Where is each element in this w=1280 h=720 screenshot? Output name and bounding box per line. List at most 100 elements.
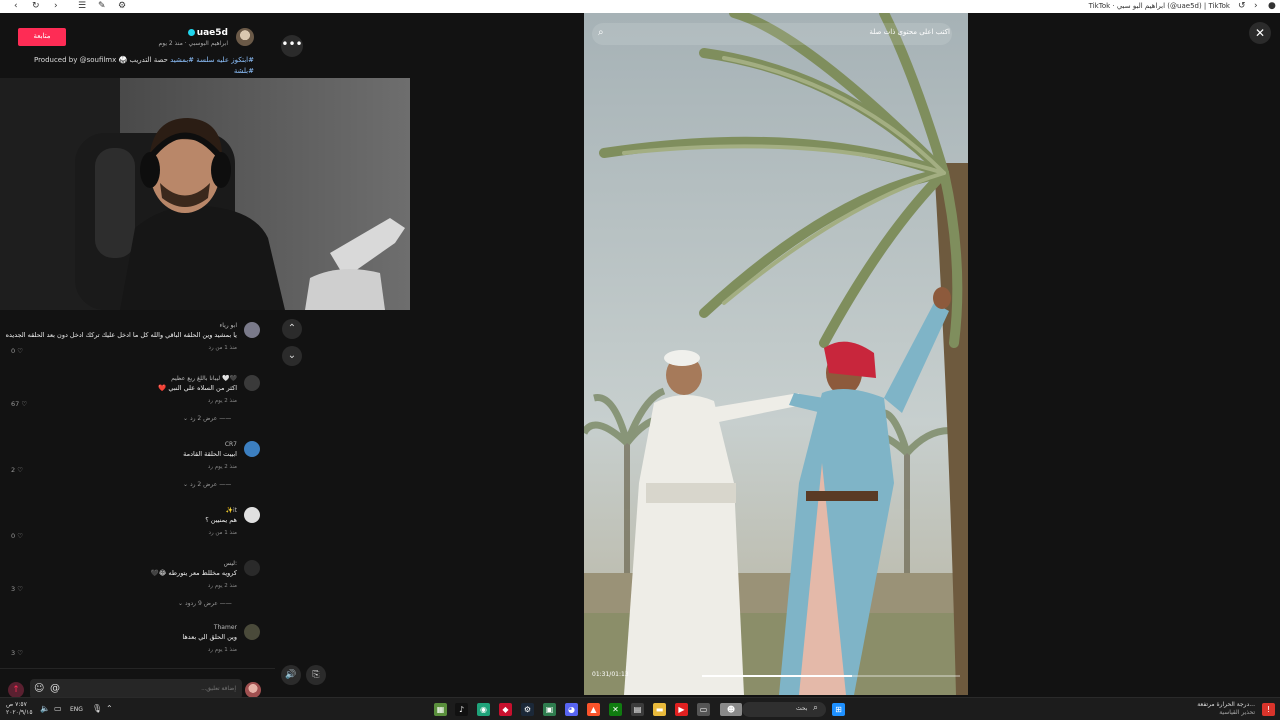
comment-item: CR7 ابيبت الحلقة القادمة منذ 2 يوم رد 2 … xyxy=(0,441,270,493)
author-subtitle: ابراهيم البوسبي · منذ 2 يوم xyxy=(158,40,228,47)
people-icon[interactable]: ☻ xyxy=(720,703,742,716)
commenter-avatar[interactable] xyxy=(244,624,260,640)
windows-taskbar: ٧:٥٧ ص ٢٠٢٠/٩/١٥ 🔈 ▭ ENG 🎙 ⌃ ▦ ♪ ◉ ◆ ⚙ ▣… xyxy=(0,697,1280,720)
comment-meta[interactable]: منذ 1 من رد xyxy=(209,345,238,351)
send-arrow-icon[interactable]: ↑ xyxy=(8,682,24,698)
tools-icon[interactable]: ✎ xyxy=(98,1,106,12)
video-search-text: اكتب اعلى محتوى ذات صلة xyxy=(869,28,950,36)
comment-input[interactable] xyxy=(30,679,242,699)
comment-meta[interactable]: منذ 1 يوم رد xyxy=(208,647,237,653)
comment-like[interactable]: 3 ♡ xyxy=(11,585,23,593)
refresh-icon[interactable]: ↻ xyxy=(32,1,40,12)
windows-start-icon[interactable]: ⊞ xyxy=(832,703,845,716)
comment-meta[interactable]: منذ 2 يوم رد xyxy=(208,398,237,404)
weather-detail[interactable]: تحذير القياسية xyxy=(1219,709,1255,716)
hashtag[interactable]: #بلشة xyxy=(234,67,254,75)
comment-item: ابو رياء يا بمشيد وين الحلقه الباقي والل… xyxy=(0,322,270,362)
clock-date[interactable]: ٢٠٢٠/٩/١٥ xyxy=(6,709,33,716)
next-video-button[interactable]: ⌄ xyxy=(282,346,302,366)
comment-like[interactable]: 0 ♡ xyxy=(11,532,23,540)
heart-icon[interactable]: ♡ xyxy=(17,532,23,540)
comment-item: ليس: كرويه مخللظ معر يتورطه 😂🖤 منذ 2 يوم… xyxy=(0,560,270,612)
commenter-name[interactable]: ✨it xyxy=(226,507,238,514)
youtube-icon[interactable]: ▶ xyxy=(675,703,688,716)
commenter-avatar[interactable] xyxy=(244,375,260,391)
video-progress-fill xyxy=(702,675,852,677)
app-grid-icon[interactable]: ▣ xyxy=(543,703,556,716)
caption-text: حصة التدريب 🥋 Produced by @soufilmx xyxy=(33,56,168,64)
browser-top-bar: ‹ ↻ › ☰ ✎ ⚙ TikTok · ابراهيم البو سبي (@… xyxy=(0,0,1280,13)
clock-time[interactable]: ٧:٥٧ ص xyxy=(6,701,27,708)
folder-icon[interactable]: ▬ xyxy=(653,703,666,716)
webcam-image xyxy=(0,78,410,310)
heart-icon[interactable]: ♡ xyxy=(17,649,23,657)
close-icon[interactable]: ✕ xyxy=(1249,22,1271,44)
commenter-avatar[interactable] xyxy=(244,507,260,523)
heart-icon[interactable]: ♡ xyxy=(21,400,27,408)
search-icon[interactable]: ⌕ xyxy=(813,703,818,713)
previous-video-button[interactable]: ⌃ xyxy=(282,319,302,339)
commenter-name[interactable]: ليبانا باللغ ربع عظيم 🤍🖤 xyxy=(171,375,237,382)
view-replies-button[interactable]: ⌄ عرض 2 رد —— xyxy=(183,481,231,488)
heart-icon[interactable]: ♡ xyxy=(17,466,23,474)
comment-meta[interactable]: منذ 2 يوم رد xyxy=(208,583,237,589)
nav-forward-icon[interactable]: › xyxy=(1254,1,1258,12)
more-options-button[interactable]: ••• xyxy=(281,35,303,57)
emoji-icon[interactable]: ☺ xyxy=(34,683,44,695)
weather-status[interactable]: درجة الحرارة مرتفعة... xyxy=(1197,701,1255,708)
comment-like[interactable]: 2 ♡ xyxy=(11,466,23,474)
save-icon[interactable]: ⎘ xyxy=(306,665,326,685)
commenter-avatar[interactable] xyxy=(244,322,260,338)
mention-icon[interactable]: @ xyxy=(50,683,60,695)
comment-like[interactable]: 0 ♡ xyxy=(11,347,23,355)
brave-icon[interactable]: ▲ xyxy=(587,703,600,716)
post-panel: متابعة uae5d ابراهيم البوسبي · منذ 2 يوم… xyxy=(0,13,410,708)
commenter-name[interactable]: ابو رياء xyxy=(219,322,237,329)
heart-icon[interactable]: ♡ xyxy=(17,347,23,355)
comment-like[interactable]: 3 ♡ xyxy=(11,649,23,657)
comment-meta[interactable]: منذ 2 يوم رد xyxy=(208,464,237,470)
author-name[interactable]: uae5d xyxy=(187,28,228,38)
app-red-icon[interactable]: ◆ xyxy=(499,703,512,716)
language-indicator[interactable]: ENG xyxy=(70,706,83,713)
video-progress-bar[interactable] xyxy=(702,675,960,677)
comment-like[interactable]: 67 ♡ xyxy=(11,400,27,408)
menu-icon[interactable]: ☰ xyxy=(78,1,86,12)
commenter-name[interactable]: Thamer xyxy=(214,624,237,631)
settings-icon[interactable]: ⚙ xyxy=(118,1,126,12)
commenter-name[interactable]: CR7 xyxy=(225,441,237,448)
weather-icon[interactable]: ! xyxy=(1262,703,1275,716)
minecraft-icon[interactable]: ▦ xyxy=(434,703,447,716)
follow-button[interactable]: متابعة xyxy=(18,28,66,46)
wifi-icon[interactable]: ▭ xyxy=(54,704,62,713)
forward-icon[interactable]: › xyxy=(54,1,58,12)
store-icon[interactable]: ▤ xyxy=(631,703,644,716)
app-green-icon[interactable]: ◉ xyxy=(477,703,490,716)
discord-icon[interactable]: ◕ xyxy=(565,703,578,716)
commenter-avatar[interactable] xyxy=(244,560,260,576)
speaker-icon[interactable]: 🔈 xyxy=(40,704,50,713)
heart-icon[interactable]: ♡ xyxy=(17,585,23,593)
taskbar-search-label: بحث xyxy=(796,705,808,712)
volume-button[interactable]: 🔊 xyxy=(281,665,301,685)
nav-back-icon[interactable]: ↺ xyxy=(1238,1,1246,12)
steam-icon[interactable]: ⚙ xyxy=(521,703,534,716)
hashtag[interactable]: #بمشيد xyxy=(170,56,194,64)
comment-meta[interactable]: منذ 1 من رد xyxy=(209,530,238,536)
tiktok-icon[interactable]: ♪ xyxy=(455,703,468,716)
microphone-icon[interactable]: 🎙 xyxy=(92,704,102,713)
back-icon[interactable]: ‹ xyxy=(14,1,18,12)
search-icon[interactable]: ⌕ xyxy=(598,27,604,38)
window-icon[interactable]: ▭ xyxy=(697,703,710,716)
xbox-icon[interactable]: ✕ xyxy=(609,703,622,716)
author-avatar[interactable] xyxy=(236,28,254,46)
commenter-avatar[interactable] xyxy=(244,441,260,457)
view-replies-button[interactable]: ⌄ عرض 2 رد —— xyxy=(183,415,231,422)
chevron-up-icon[interactable]: ⌃ xyxy=(106,704,113,713)
post-caption: #ابتكوز عليه سلسة #بمشيد حصة التدريب 🥋 P… xyxy=(14,55,254,77)
commenter-name[interactable]: ليس: xyxy=(224,560,237,567)
view-replies-button[interactable]: ⌄ عرض 9 ردود —— xyxy=(178,600,232,607)
video-player[interactable]: ⌕ اكتب اعلى محتوى ذات صلة 01:31/01:13 xyxy=(584,13,968,695)
hashtag[interactable]: #ابتكوز عليه سلسة xyxy=(196,56,254,64)
user-avatar[interactable] xyxy=(245,682,261,698)
